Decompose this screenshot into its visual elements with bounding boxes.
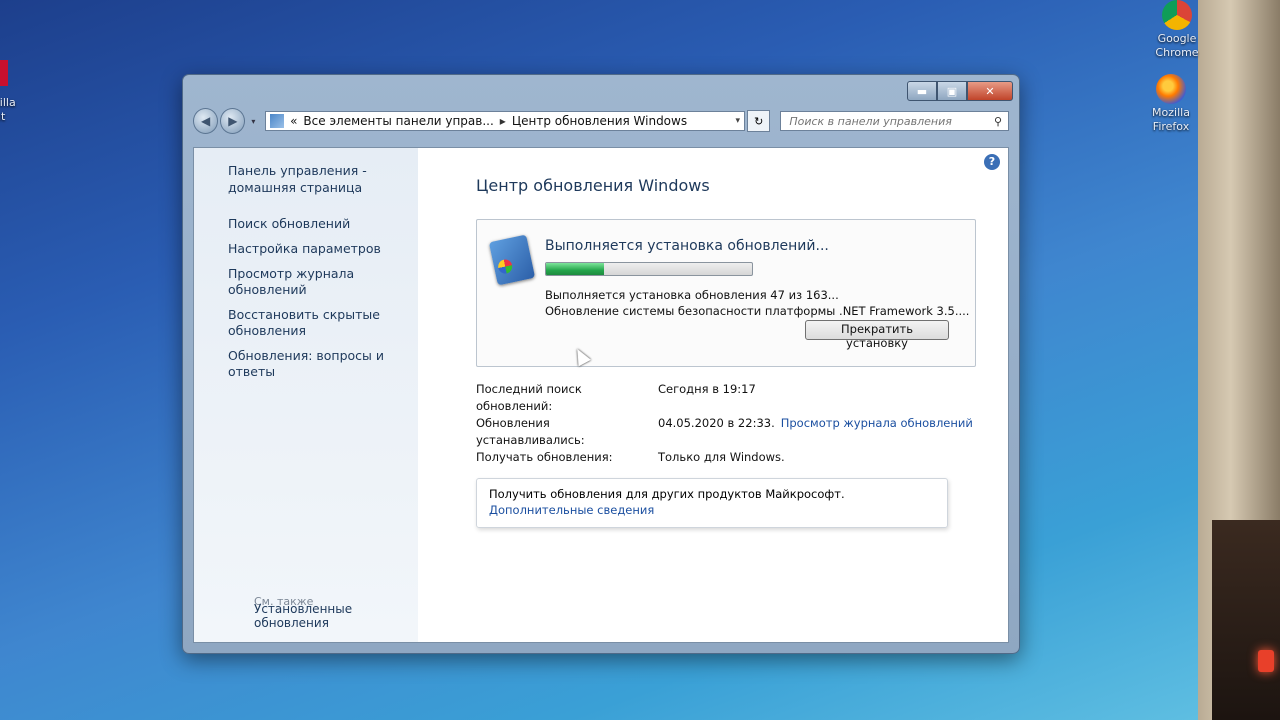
search-icon[interactable]: ⚲	[994, 115, 1002, 128]
windows-update-icon	[488, 234, 536, 286]
control-panel-icon	[270, 114, 285, 128]
firefox-icon	[1156, 74, 1186, 104]
sidebar: Панель управления - домашняя страница По…	[194, 148, 418, 642]
power-led	[1258, 650, 1274, 672]
history-dropdown-icon[interactable]: ▾	[251, 117, 261, 126]
status-line-count: Выполняется установка обновления 47 из 1…	[545, 288, 839, 302]
breadcrumb-prefix[interactable]: «	[290, 114, 297, 128]
breadcrumb-all-items[interactable]: Все элементы панели управ...	[303, 114, 493, 128]
desktop-icon-label: Firefox	[1152, 120, 1190, 133]
help-icon[interactable]: ?	[984, 154, 1000, 170]
more-info-link[interactable]: Дополнительные сведения	[489, 503, 947, 517]
desktop-icon-chrome[interactable]: Google Chrome	[1142, 0, 1212, 60]
stop-installation-button[interactable]: Прекратить установку	[805, 320, 949, 350]
info-label: Обновления устанавливались:	[476, 416, 585, 447]
desktop-icon-partial[interactable]: zilla nt	[0, 60, 24, 124]
search-input[interactable]	[787, 113, 994, 129]
monitor-bezel-shadow	[1212, 520, 1280, 720]
sidebar-item-faq[interactable]: Обновления: вопросы и ответы	[228, 348, 418, 380]
desktop-icon-label: Mozilla	[1152, 106, 1190, 119]
close-button[interactable]: ✕	[967, 81, 1013, 101]
search-box[interactable]: ⚲	[780, 111, 1009, 131]
info-label: Получать обновления:	[476, 450, 613, 464]
desktop-icon-label: Chrome	[1155, 46, 1199, 59]
info-row-last-search: Последний поиск обновлений: Сегодня в 19…	[476, 381, 988, 415]
info-value: Только для Windows.	[658, 450, 785, 464]
windows-update-window: ▬ ▣ ✕ ◀ ▶ ▾ « Все элементы панели управ.…	[182, 74, 1020, 654]
view-history-link[interactable]: Просмотр журнала обновлений	[781, 415, 973, 449]
sidebar-item-restore-hidden[interactable]: Восстановить скрытые обновления	[228, 307, 418, 339]
sidebar-item-change-settings[interactable]: Настройка параметров	[228, 241, 418, 257]
navigation-bar: ◀ ▶ ▾ « Все элементы панели управ... ▸ Ц…	[193, 107, 1009, 135]
forward-button[interactable]: ▶	[220, 108, 246, 134]
other-products-box: Получить обновления для других продуктов…	[476, 478, 948, 528]
status-line-current: Обновление системы безопасности платформ…	[545, 304, 970, 318]
installed-updates-link[interactable]: Установленные обновления	[254, 602, 418, 630]
main-panel: Центр обновления Windows Выполняется уст…	[476, 176, 988, 528]
address-dropdown-icon[interactable]: ▾	[736, 116, 741, 126]
install-status-box: Выполняется установка обновлений... Выпо…	[476, 219, 976, 367]
info-value: 04.05.2020 в 22:33.	[658, 416, 775, 430]
maximize-button[interactable]: ▣	[937, 81, 967, 101]
progress-fill	[546, 263, 604, 275]
address-bar[interactable]: « Все элементы панели управ... ▸ Центр о…	[265, 111, 746, 131]
content-area: Панель управления - домашняя страница По…	[193, 147, 1009, 643]
info-row-installed: Обновления устанавливались: 04.05.2020 в…	[476, 415, 988, 449]
minimize-button[interactable]: ▬	[907, 81, 937, 101]
other-products-text: Получить обновления для других продуктов…	[489, 487, 845, 501]
sidebar-item-check-updates[interactable]: Поиск обновлений	[228, 216, 418, 232]
caption-buttons: ▬ ▣ ✕	[907, 81, 1013, 101]
info-label: Последний поиск обновлений:	[476, 382, 582, 413]
page-title: Центр обновления Windows	[476, 176, 710, 195]
sidebar-home-link[interactable]: Панель управления - домашняя страница	[228, 162, 418, 196]
desktop-icon-label: zilla nt	[0, 96, 16, 123]
desktop-icon-label: Google	[1157, 32, 1197, 45]
desktop-icon-firefox[interactable]: Mozilla Firefox	[1136, 74, 1206, 134]
chrome-icon	[1162, 0, 1192, 30]
status-heading: Выполняется установка обновлений...	[545, 238, 829, 254]
breadcrumb-chevron-icon[interactable]: ▸	[500, 114, 506, 128]
breadcrumb-windows-update[interactable]: Центр обновления Windows	[512, 114, 687, 128]
refresh-button[interactable]: ↻	[747, 110, 771, 132]
info-value: Сегодня в 19:17	[658, 382, 756, 396]
app-icon	[0, 60, 8, 86]
update-info: Последний поиск обновлений: Сегодня в 19…	[476, 381, 988, 466]
back-button[interactable]: ◀	[193, 108, 219, 134]
info-row-receive: Получать обновления: Только для Windows.	[476, 449, 988, 466]
sidebar-item-view-history[interactable]: Просмотр журнала обновлений	[228, 266, 418, 298]
install-progress-bar	[545, 262, 753, 276]
